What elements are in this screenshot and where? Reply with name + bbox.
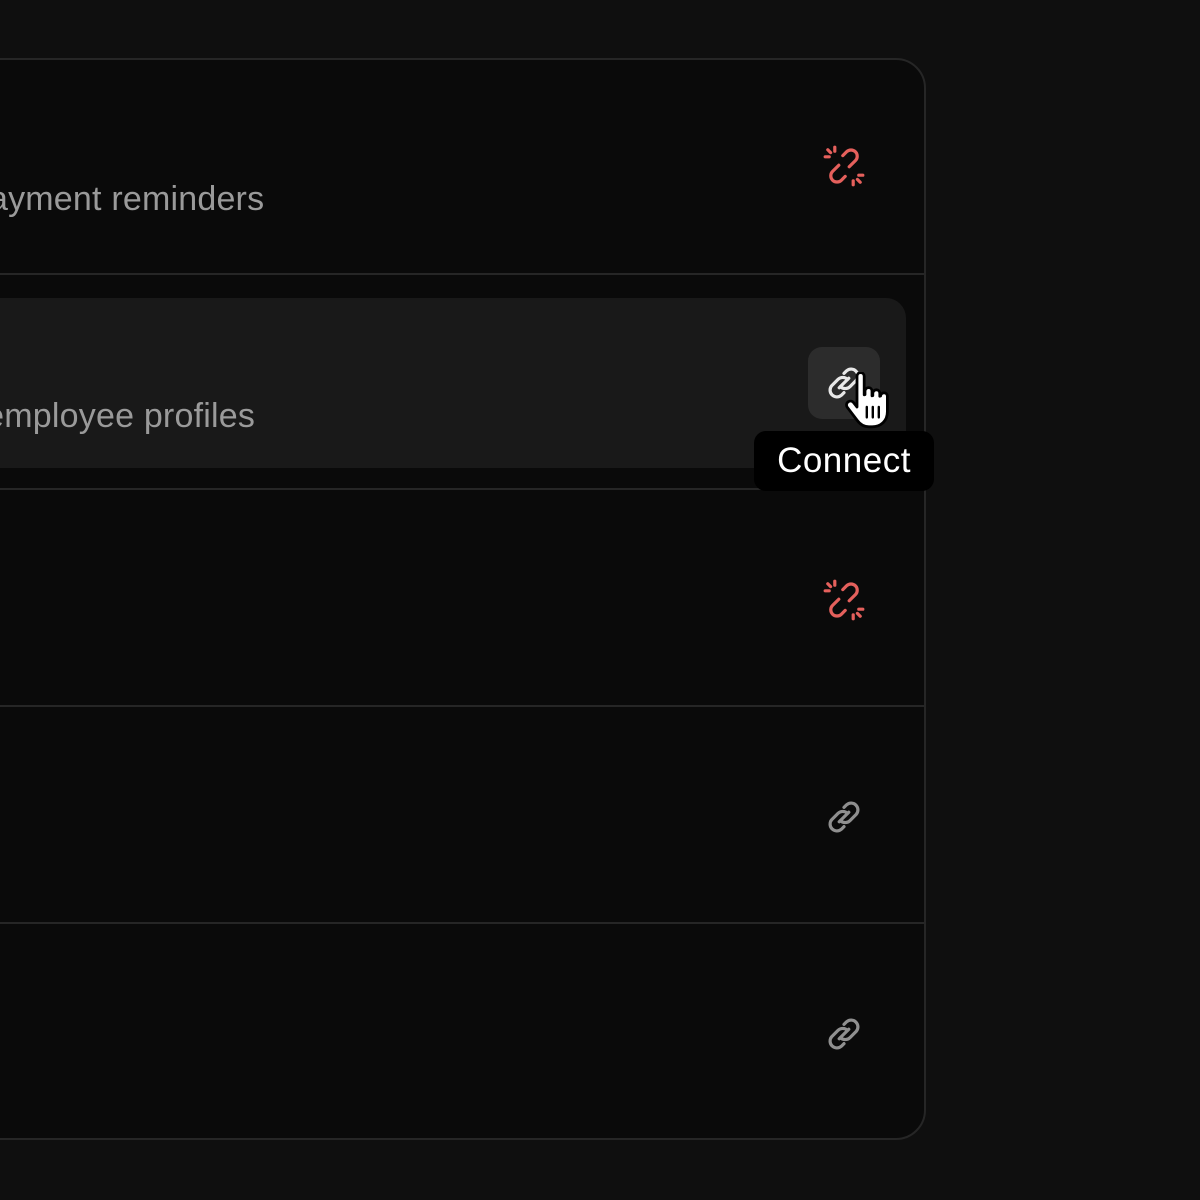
- tooltip-label: Connect: [777, 441, 911, 480]
- integration-description: ync employee profiles: [0, 397, 256, 435]
- integration-description: nd payment reminders: [0, 180, 265, 218]
- broken-link-icon: [823, 145, 865, 187]
- screen: nd payment reminders ync employee profil…: [0, 0, 1200, 1200]
- hand-cursor-icon: [845, 372, 889, 429]
- connect-button[interactable]: [808, 998, 880, 1070]
- connect-tooltip: Connect: [754, 431, 934, 491]
- integrations-panel: nd payment reminders ync employee profil…: [0, 58, 926, 1140]
- disconnect-button[interactable]: [808, 130, 880, 202]
- connect-button[interactable]: [808, 781, 880, 853]
- integration-row-5[interactable]: [0, 926, 924, 1138]
- link-icon: [828, 801, 860, 833]
- integration-row-3[interactable]: [0, 492, 924, 707]
- integration-row-1[interactable]: nd payment reminders: [0, 60, 924, 275]
- disconnect-button[interactable]: [808, 564, 880, 636]
- broken-link-icon: [823, 579, 865, 621]
- link-icon: [828, 1018, 860, 1050]
- integration-row-4[interactable]: ents: [0, 709, 924, 924]
